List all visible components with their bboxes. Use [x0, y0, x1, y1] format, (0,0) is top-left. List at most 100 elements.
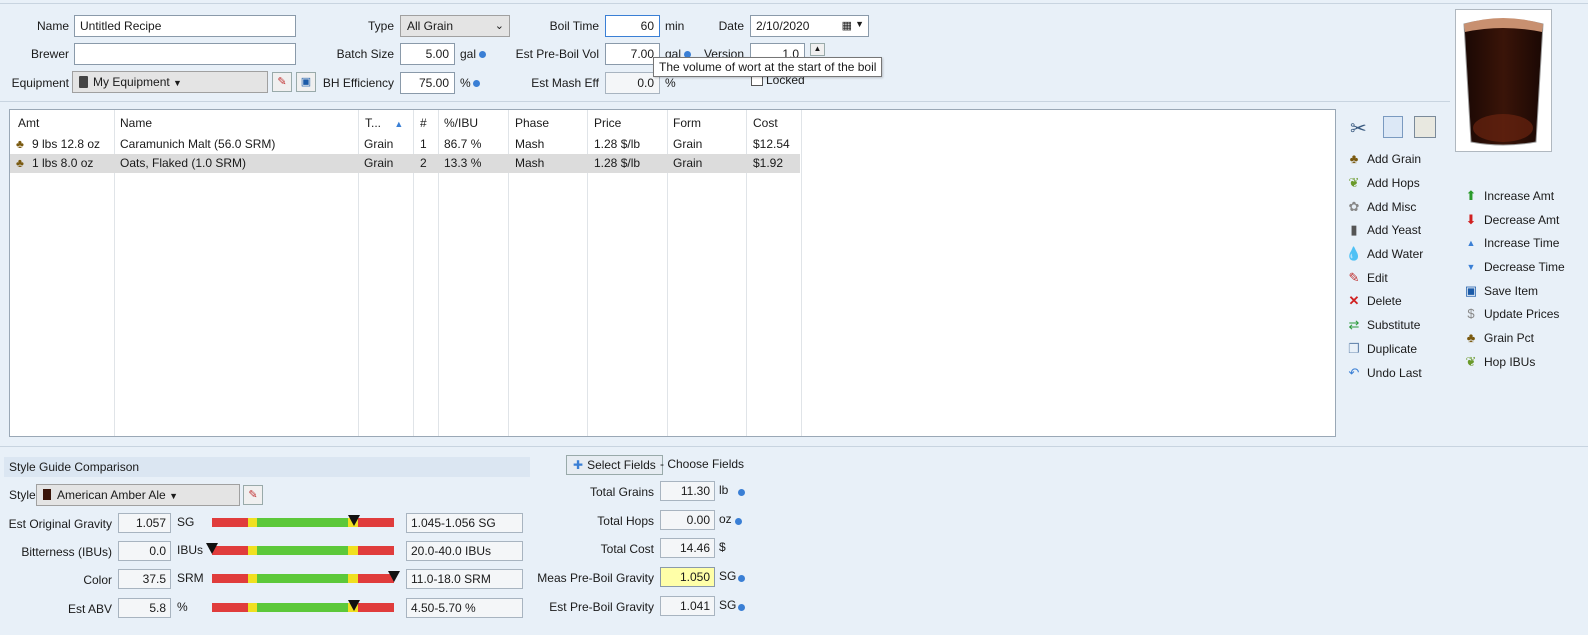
- equipment-select[interactable]: My Equipment ▼: [72, 71, 268, 93]
- water-drop-icon: 💧: [1345, 246, 1363, 261]
- style-row-range: 20.0-40.0 IBUs: [406, 541, 523, 561]
- style-label: Style: [9, 488, 36, 502]
- mash-eff-value: 0.0: [605, 72, 660, 94]
- add-hops-button[interactable]: ❦ Add Hops: [1346, 173, 1420, 193]
- row-amt: 9 lbs 12.8 oz: [32, 137, 101, 151]
- header-form[interactable]: Form: [667, 110, 707, 135]
- chevron-down-icon: ▼: [173, 78, 182, 88]
- header-amt[interactable]: Amt: [12, 110, 45, 135]
- hops-icon: ❦: [1348, 175, 1360, 190]
- header-name[interactable]: Name: [114, 110, 158, 135]
- style-gauge: [212, 574, 394, 583]
- row-cost: $12.54: [753, 137, 790, 151]
- bh-efficiency-label: BH Efficiency: [322, 76, 394, 90]
- decrease-time-button[interactable]: ▼ Decrease Time: [1463, 257, 1565, 277]
- edit-icon: ✎: [248, 489, 258, 501]
- date-input[interactable]: 2/10/2020 ▦ ▼: [750, 15, 869, 37]
- boil-time-input[interactable]: 60: [605, 15, 660, 37]
- header-phase[interactable]: Phase: [509, 110, 555, 135]
- grain-icon: ♣: [1349, 151, 1359, 166]
- field-label: Est Pre-Boil Gravity: [549, 600, 654, 614]
- copy-icon[interactable]: [1383, 116, 1403, 138]
- version-spin-button[interactable]: ▲: [810, 43, 825, 56]
- hops-icon: ❦: [1465, 354, 1477, 369]
- hop-ibus-label: Hop IBUs: [1484, 355, 1536, 369]
- field-unit: SG: [719, 598, 737, 612]
- header-divider: [0, 101, 1450, 102]
- add-grain-button[interactable]: ♣ Add Grain: [1346, 149, 1421, 169]
- table-row[interactable]: ♣ 1 lbs 8.0 oz Oats, Flaked (1.0 SRM) Gr…: [10, 154, 800, 173]
- hop-ibus-button[interactable]: ❦ Hop IBUs: [1463, 352, 1536, 372]
- substitute-icon: ⇄: [1348, 317, 1360, 332]
- spin-up-icon: ▲: [813, 44, 822, 53]
- batch-size-indicator-icon: [479, 51, 486, 58]
- header-price[interactable]: Price: [588, 110, 627, 135]
- duplicate-label: Duplicate: [1367, 342, 1418, 356]
- edit-icon: ✎: [1348, 270, 1360, 285]
- table-row[interactable]: ♣ 9 lbs 12.8 oz Caramunich Malt (56.0 SR…: [10, 135, 800, 154]
- ingredients-table[interactable]: Amt Name T... ▲ # %/IBU Phase Price Form…: [9, 109, 1336, 437]
- calendar-icon[interactable]: ▦: [842, 19, 852, 32]
- edit-button[interactable]: ✎ Edit: [1346, 268, 1388, 288]
- style-select[interactable]: American Amber Ale ▼: [36, 484, 240, 506]
- grain-pct-button[interactable]: ♣ Grain Pct: [1463, 328, 1534, 348]
- header-type-label: T...: [365, 116, 382, 130]
- header-cost[interactable]: Cost: [747, 110, 784, 135]
- arrow-up-icon: ⬆: [1465, 188, 1477, 203]
- row-form: Grain: [673, 137, 703, 151]
- triangle-up-icon: ▲: [1466, 238, 1476, 248]
- pre-boil-vol-input[interactable]: 7.00: [605, 43, 660, 65]
- edit-icon: ✎: [277, 76, 287, 88]
- decrease-amt-button[interactable]: ⬇ Decrease Amt: [1463, 210, 1560, 230]
- style-row-label: Color: [83, 573, 112, 587]
- header-pct-ibu[interactable]: %/IBU: [438, 110, 484, 135]
- undo-icon: ↶: [1348, 365, 1360, 380]
- paste-icon[interactable]: [1414, 116, 1436, 138]
- field-value[interactable]: 1.050: [660, 567, 715, 587]
- chevron-down-icon[interactable]: ▼: [855, 19, 864, 29]
- select-fields-button[interactable]: ✚ Select Fields: [566, 455, 663, 475]
- type-select[interactable]: All Grain ⌄: [400, 15, 510, 37]
- batch-size-input[interactable]: 5.00: [400, 43, 455, 65]
- puzzle-icon: ✚: [573, 458, 584, 472]
- increase-amt-button[interactable]: ⬆ Increase Amt: [1463, 186, 1554, 206]
- style-guide-title: Style Guide Comparison: [4, 457, 530, 477]
- row-cost: $1.92: [753, 156, 784, 170]
- beer-glass-image: [1455, 9, 1552, 152]
- undo-last-button[interactable]: ↶ Undo Last: [1346, 363, 1422, 383]
- add-yeast-button[interactable]: ▮ Add Yeast: [1346, 220, 1421, 240]
- pre-boil-vol-label: Est Pre-Boil Vol: [515, 47, 599, 61]
- pre-boil-tooltip: The volume of wort at the start of the b…: [653, 57, 883, 77]
- edit-style-button[interactable]: ✎: [243, 485, 263, 505]
- style-row-unit: IBUs: [177, 543, 204, 557]
- add-water-button[interactable]: 💧 Add Water: [1346, 244, 1423, 264]
- header-number[interactable]: #: [414, 110, 433, 135]
- grain-pct-label: Grain Pct: [1484, 331, 1535, 345]
- save-icon: ▣: [1464, 283, 1478, 298]
- field-indicator-icon: [738, 575, 745, 582]
- date-value: 2/10/2020: [756, 19, 810, 33]
- row-name: Oats, Flaked (1.0 SRM): [120, 156, 247, 170]
- brewer-input[interactable]: [74, 43, 296, 65]
- style-row-value: 5.8: [118, 598, 171, 618]
- field-indicator-icon: [738, 489, 745, 496]
- bh-efficiency-input[interactable]: 75.00: [400, 72, 455, 94]
- duplicate-button[interactable]: ❐ Duplicate: [1346, 339, 1417, 359]
- row-number: 1: [420, 137, 427, 151]
- header-type[interactable]: T... ▲: [359, 110, 409, 135]
- type-value: All Grain: [407, 19, 454, 33]
- row-name: Caramunich Malt (56.0 SRM): [120, 137, 276, 151]
- save-item-button[interactable]: ▣ Save Item: [1463, 281, 1538, 301]
- row-amt: 1 lbs 8.0 oz: [32, 156, 94, 170]
- substitute-button[interactable]: ⇄ Substitute: [1346, 315, 1421, 335]
- edit-equipment-button[interactable]: ✎: [272, 72, 292, 92]
- dollar-icon: $: [1467, 306, 1475, 321]
- cut-icon[interactable]: ✂: [1350, 116, 1367, 141]
- name-input[interactable]: Untitled Recipe: [74, 15, 296, 37]
- delete-button[interactable]: ✕ Delete: [1346, 291, 1402, 311]
- column-divider: [801, 110, 802, 436]
- update-prices-button[interactable]: $ Update Prices: [1463, 304, 1559, 324]
- add-misc-button[interactable]: ✿ Add Misc: [1346, 197, 1417, 217]
- increase-time-button[interactable]: ▲ Increase Time: [1463, 233, 1560, 253]
- increase-time-label: Increase Time: [1484, 236, 1560, 250]
